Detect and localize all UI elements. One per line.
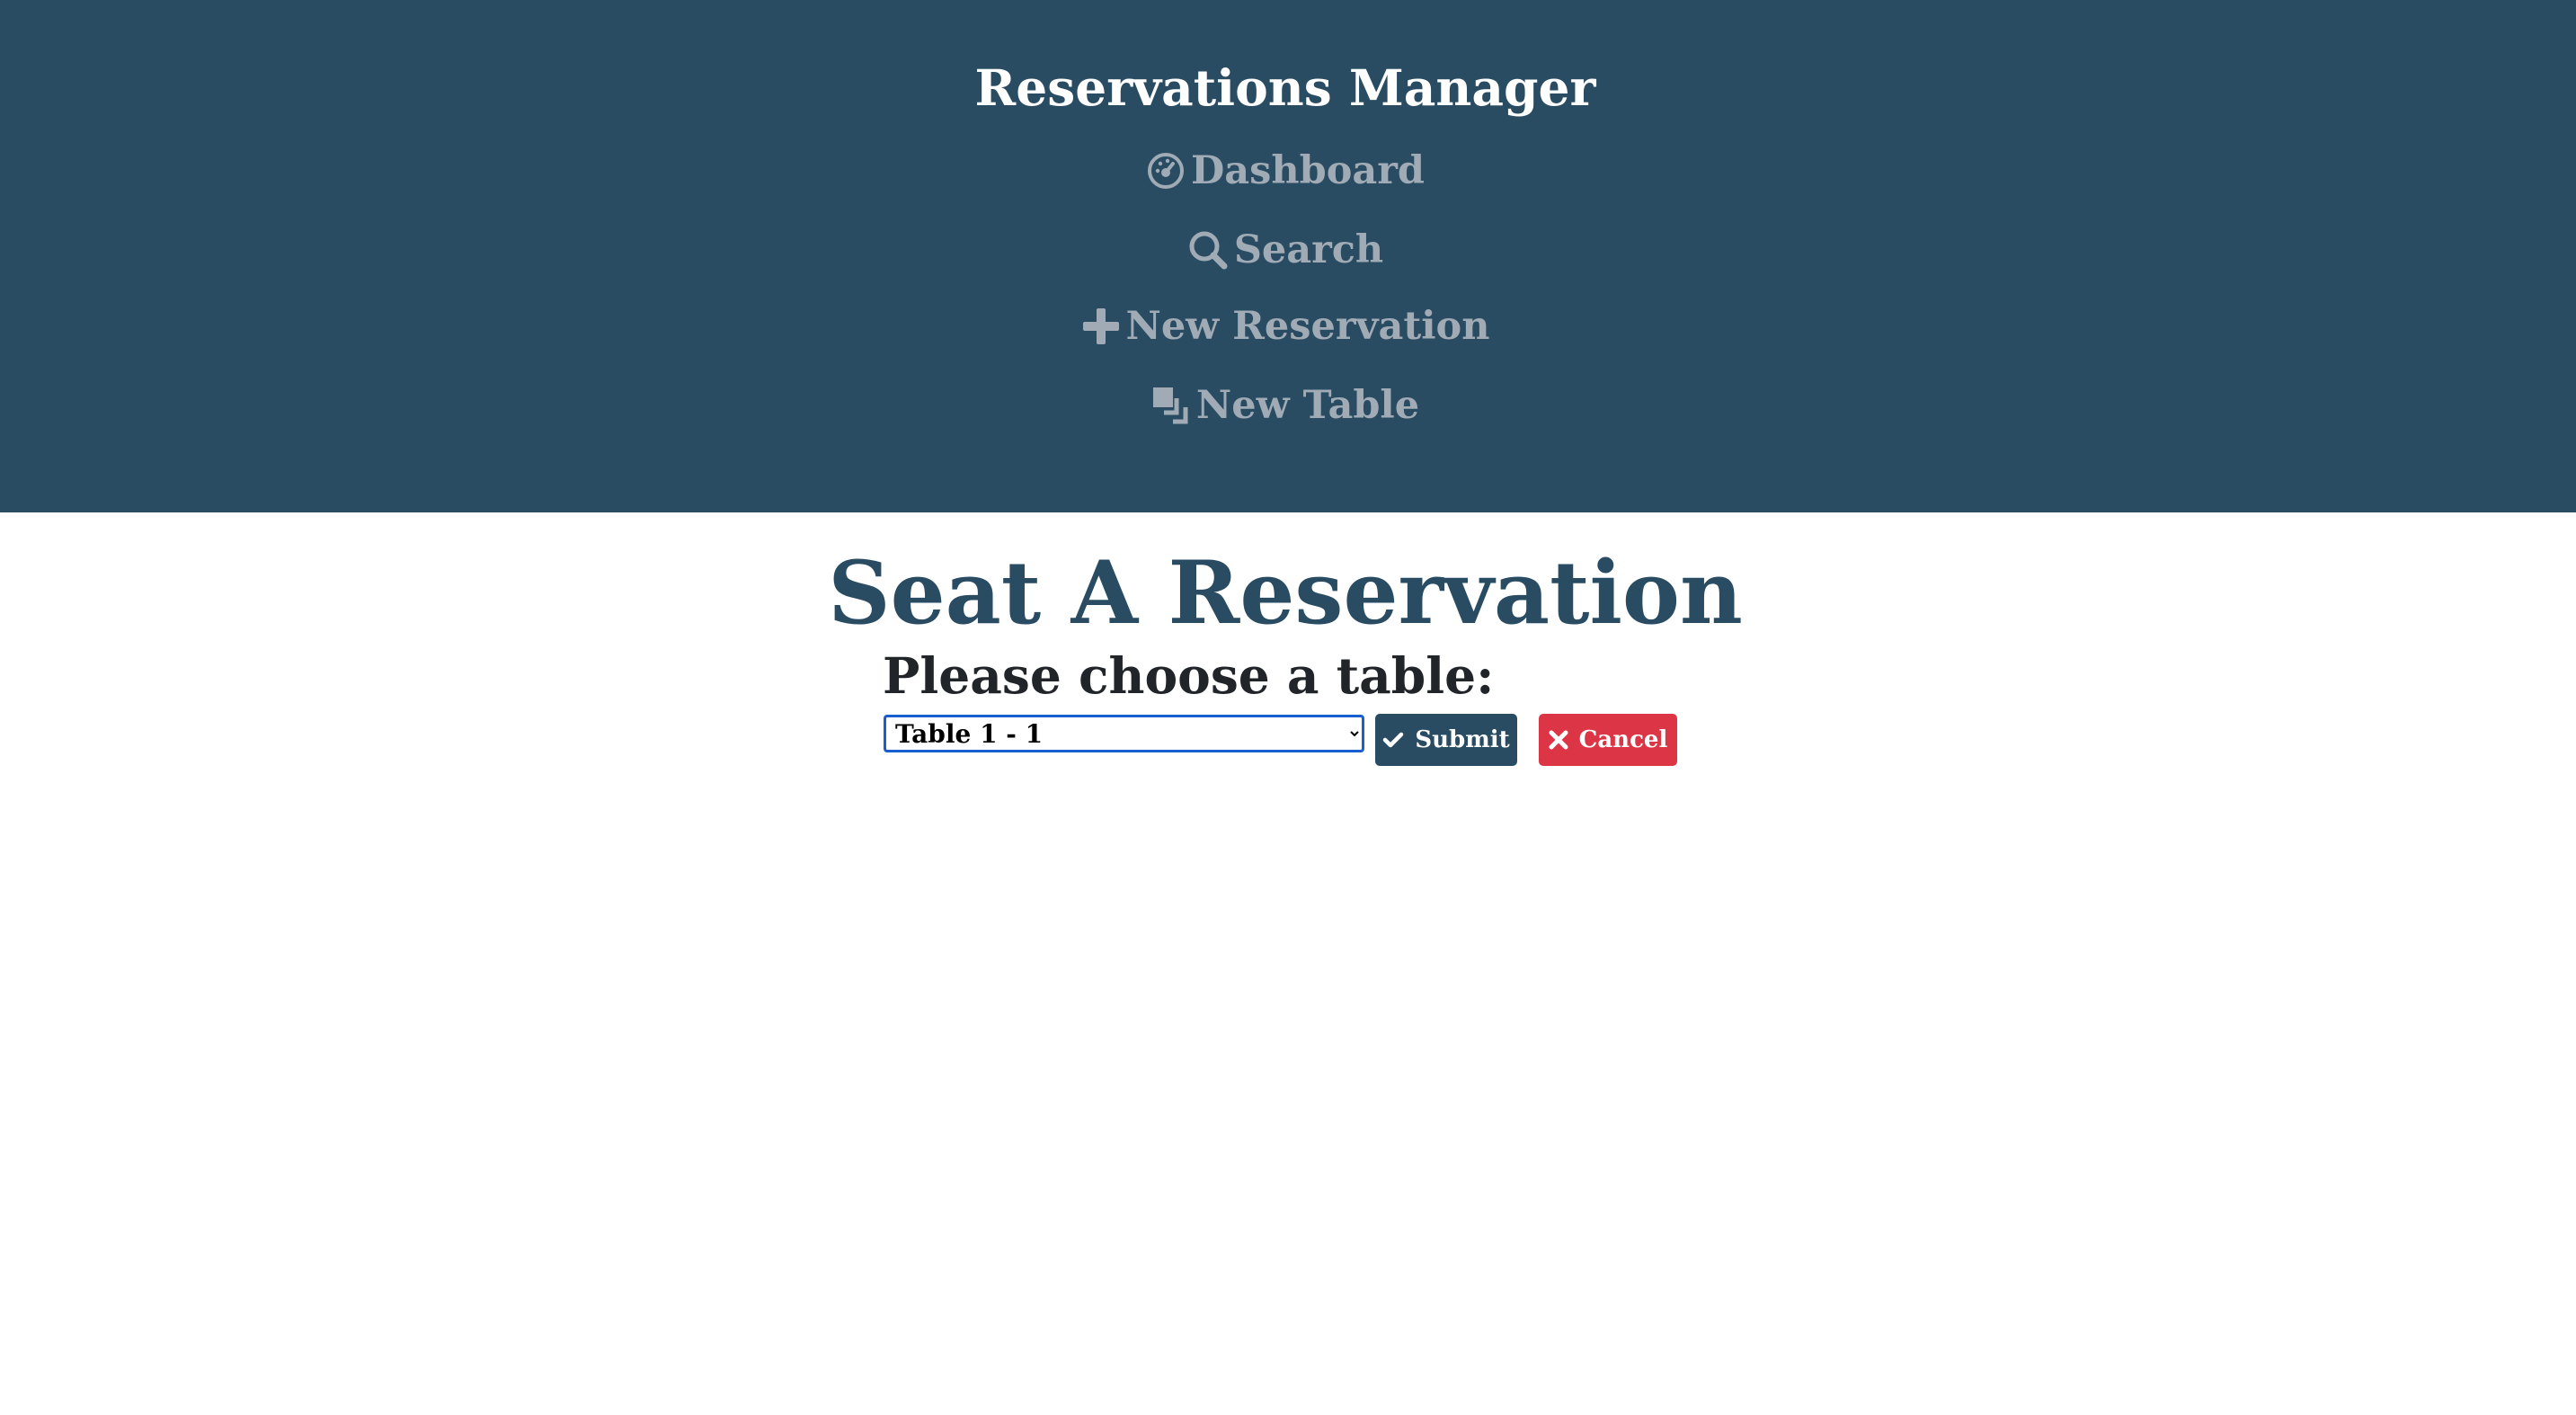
nav-item-new-reservation[interactable]: New Reservation: [0, 295, 2571, 358]
dashboard-icon: [1146, 151, 1186, 191]
table-select-label: Please choose a table:: [883, 646, 1495, 705]
app-title: Reservations Manager: [974, 58, 1596, 117]
search-icon: [1187, 229, 1229, 271]
nav-item-dashboard[interactable]: Dashboard: [0, 139, 2571, 202]
submit-label: Submit: [1415, 726, 1510, 753]
nav-label-dashboard: Dashboard: [1191, 148, 1425, 193]
header: Reservations Manager Dashboard Search Ne…: [0, 0, 2576, 512]
nav-label-new-table: New Table: [1195, 383, 1420, 428]
table-select[interactable]: Table 1 - 1: [884, 715, 1364, 752]
nav-item-new-table[interactable]: New Table: [0, 374, 2571, 437]
page-title: Seat A Reservation: [828, 542, 1743, 644]
cancel-button[interactable]: Cancel: [1539, 714, 1677, 766]
check-icon: [1382, 731, 1404, 749]
table-icon: [1151, 386, 1191, 425]
nav-label-search: Search: [1233, 227, 1384, 272]
nav-item-search[interactable]: Search: [0, 218, 2571, 281]
nav-label-new-reservation: New Reservation: [1125, 304, 1490, 349]
cancel-label: Cancel: [1578, 726, 1668, 753]
close-icon: [1549, 730, 1568, 750]
plus-icon: [1081, 307, 1121, 346]
submit-button[interactable]: Submit: [1375, 714, 1517, 766]
